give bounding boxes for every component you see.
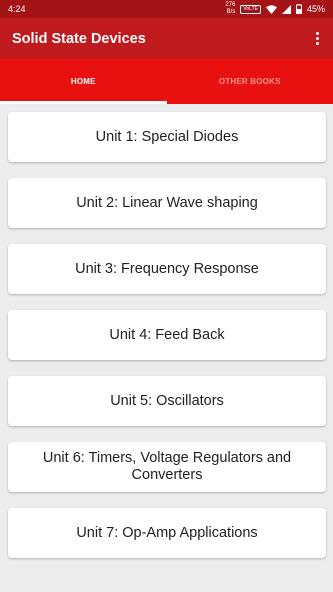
volte-badge: VoLTE (240, 4, 261, 14)
tab-other-books[interactable]: OTHER BOOKS (167, 59, 333, 104)
unit-card-label: Unit 3: Frequency Response (75, 260, 259, 277)
unit-card-5[interactable]: Unit 5: Oscillators (8, 376, 326, 426)
network-speed-value: 276 (225, 2, 236, 8)
unit-card-6[interactable]: Unit 6: Timers, Voltage Regulators and C… (8, 442, 326, 492)
status-time: 4:24 (8, 4, 26, 14)
wifi-icon (265, 4, 277, 14)
battery-percent: 45% (306, 4, 325, 14)
tab-home-label: HOME (70, 77, 96, 86)
tab-bar: HOME OTHER BOOKS (0, 59, 333, 104)
unit-card-label: Unit 7: Op-Amp Applications (76, 524, 258, 541)
unit-card-label: Unit 2: Linear Wave shaping (76, 194, 258, 211)
signal-icon (281, 4, 291, 14)
tab-home[interactable]: HOME (0, 59, 167, 104)
network-speed-unit: B/s (226, 9, 236, 15)
unit-list: Unit 1: Special Diodes Unit 2: Linear Wa… (0, 104, 333, 592)
unit-card-2[interactable]: Unit 2: Linear Wave shaping (8, 178, 326, 228)
unit-card-4[interactable]: Unit 4: Feed Back (8, 310, 326, 360)
status-bar: 4:24 276 B/s VoLTE 45% (0, 0, 333, 18)
battery-icon (295, 4, 302, 14)
network-speed: 276 B/s (225, 2, 235, 16)
status-icons: 276 B/s VoLTE 45% (225, 2, 325, 16)
unit-card-1[interactable]: Unit 1: Special Diodes (8, 112, 326, 162)
unit-card-label: Unit 6: Timers, Voltage Regulators and C… (42, 450, 292, 483)
app-title: Solid State Devices (12, 30, 146, 47)
unit-card-label: Unit 1: Special Diodes (95, 128, 239, 145)
overflow-menu-icon[interactable] (311, 32, 323, 45)
unit-card-7[interactable]: Unit 7: Op-Amp Applications (8, 508, 326, 558)
app-bar: Solid State Devices (0, 18, 333, 59)
unit-card-label: Unit 5: Oscillators (110, 392, 224, 409)
unit-card-label: Unit 4: Feed Back (109, 326, 225, 343)
unit-card-3[interactable]: Unit 3: Frequency Response (8, 244, 326, 294)
tab-other-books-label: OTHER BOOKS (218, 77, 281, 86)
